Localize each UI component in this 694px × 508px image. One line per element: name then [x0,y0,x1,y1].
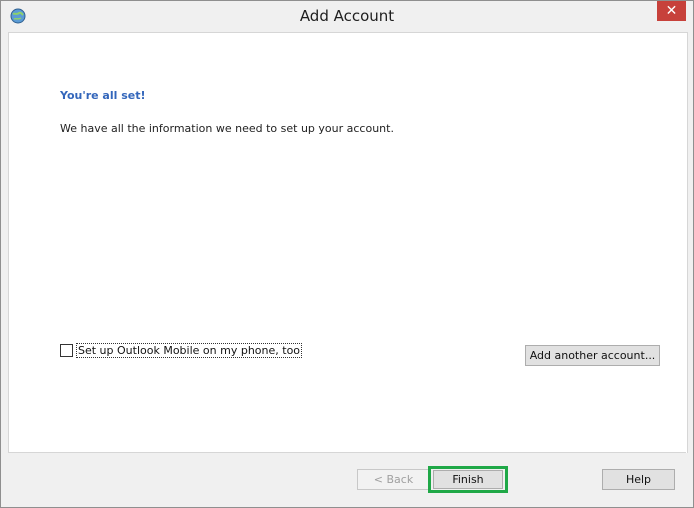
outlook-mobile-option[interactable]: Set up Outlook Mobile on my phone, too [60,343,303,358]
finish-button[interactable]: Finish [433,470,503,489]
back-button[interactable]: < Back [357,469,430,490]
outlook-mobile-label[interactable]: Set up Outlook Mobile on my phone, too [76,343,303,358]
title-bar: Add Account ✕ [1,1,693,32]
add-account-dialog: Add Account ✕ You're all set! We have al… [0,0,694,508]
help-button[interactable]: Help [602,469,675,490]
dialog-footer: < Back Finish Help [8,452,686,499]
info-text: We have all the information we need to s… [60,122,394,135]
outlook-mobile-checkbox[interactable] [60,344,73,357]
content-panel: You're all set! We have all the informat… [8,32,688,453]
add-another-account-button[interactable]: Add another account... [525,345,660,366]
close-button[interactable]: ✕ [657,1,686,21]
window-title: Add Account [299,7,395,25]
page-heading: You're all set! [60,89,146,102]
